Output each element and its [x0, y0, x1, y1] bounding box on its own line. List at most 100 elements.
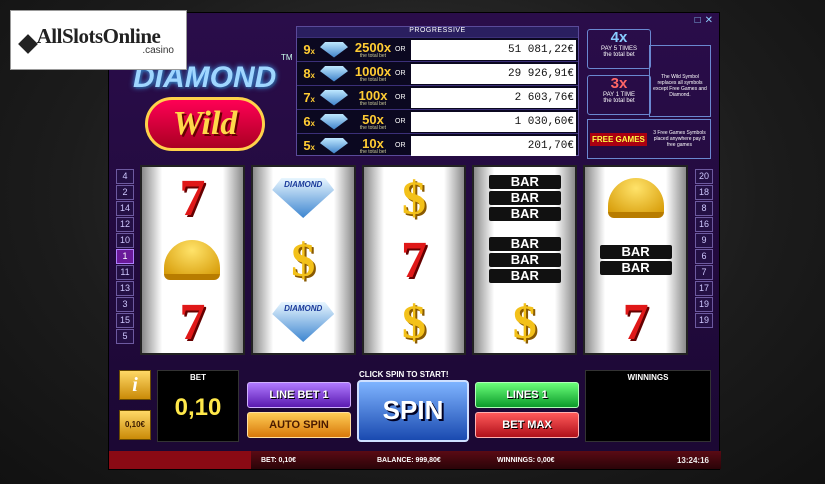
bell-symbol [147, 231, 238, 289]
diamond-icon: DIAMOND [272, 302, 335, 342]
dollar-symbol: $ [479, 293, 570, 351]
progressive-value: 2 603,76€ [411, 87, 576, 108]
progressive-value: 1 030,60€ [411, 111, 576, 132]
progressive-or: OR [395, 70, 406, 77]
payline-indicator[interactable]: 16 [695, 217, 713, 232]
spin-hint: CLICK SPIN TO START! [359, 370, 449, 379]
diamond-icon [320, 137, 348, 154]
progressive-table: PROGRESSIVE 9x 2500x the total bet OR 51 081… [296, 26, 579, 156]
progressive-or: OR [395, 46, 406, 53]
seven-glyph: 7 [400, 231, 427, 289]
payline-indicator[interactable]: 17 [695, 281, 713, 296]
payline-indicator[interactable]: 3 [116, 297, 134, 312]
paylines-right: 20 18 8 16 9 6 7 17 19 19 [695, 169, 713, 328]
payline-indicator[interactable]: 18 [695, 185, 713, 200]
payline-indicator[interactable]: 7 [695, 265, 713, 280]
bar-label: BAR [599, 261, 672, 275]
close-icon[interactable]: ✕ [705, 15, 713, 26]
payline-indicator[interactable]: 11 [116, 265, 134, 280]
seven-glyph: 7 [179, 169, 206, 227]
payline-indicator[interactable]: 4 [116, 169, 134, 184]
payline-indicator[interactable]: 20 [695, 169, 713, 184]
progressive-value: 51 081,22€ [411, 39, 576, 60]
progressive-multiplier: 1000x the total bet [354, 63, 392, 83]
payline-indicator[interactable]: 14 [116, 201, 134, 216]
diamond-icon [320, 65, 348, 82]
auto-spin-button[interactable]: AUTO SPIN [247, 412, 351, 438]
progressive-header: PROGRESSIVE [297, 27, 578, 37]
dollar-glyph: $ [512, 295, 537, 349]
status-time: 13:24:16 [676, 455, 709, 465]
reel: $7 $ [361, 165, 467, 355]
payline-indicator[interactable]: 15 [116, 313, 134, 328]
trademark: TM [281, 53, 293, 62]
dollar-glyph: $ [291, 233, 316, 287]
lines-button[interactable]: LINES 1 [475, 382, 579, 408]
bell-icon [607, 178, 664, 218]
spin-button[interactable]: SPIN [357, 380, 469, 442]
info-button[interactable]: i [119, 370, 151, 400]
dollar-glyph: $ [401, 295, 426, 349]
control-panel: i 0,10€ BET 0,10 LINE BET 1 AUTO SPIN CL… [109, 368, 721, 452]
progressive-row: 9x 2500x the total bet OR 51 081,22€ [297, 37, 578, 61]
payline-indicator[interactable]: 13 [116, 281, 134, 296]
site-logo: AllSlotsOnline .casino [10, 10, 187, 70]
progressive-count: 8x [303, 66, 315, 81]
seven-symbol: 7 [369, 231, 460, 289]
line-bet-button[interactable]: LINE BET 1 [247, 382, 351, 408]
bet-max-button[interactable]: BET MAX [475, 412, 579, 438]
bar-stack: BAR BAR [599, 245, 672, 275]
payline-indicator[interactable]: 6 [695, 249, 713, 264]
bar-stack: BAR BAR BAR [488, 175, 561, 221]
winnings-label: WINNINGS [627, 373, 669, 382]
bet-label: BET [190, 373, 206, 382]
progressive-row: 6x 50x the total bet OR 1 030,60€ [297, 109, 578, 133]
dollar-symbol: $ [369, 293, 460, 351]
game-frame: □ ✕ DIAMOND TM Wild PROGRESSIVE 9x 2500x t… [108, 12, 721, 470]
pay5-mult: 4x [610, 29, 628, 46]
progressive-row: 8x 1000x the total bet OR 29 926,91€ [297, 61, 578, 85]
winnings-display: WINNINGS [585, 370, 711, 442]
progressive-row: 5x 10x the total bet OR 201,70€ [297, 133, 578, 157]
payline-indicator[interactable]: 19 [695, 313, 713, 328]
dollar-glyph: $ [401, 171, 426, 225]
reel: BAR BAR 7 [583, 165, 688, 355]
wild-info-text: The Wild Symbol replaces all symbols exc… [653, 74, 707, 98]
bar-label: BAR [488, 175, 561, 189]
seven-symbol: 7 [147, 293, 238, 351]
window-controls: □ ✕ [695, 15, 713, 26]
payline-indicator[interactable]: 2 [116, 185, 134, 200]
triple-bar-symbol: BAR BAR BAR [479, 169, 570, 227]
pay1-panel: 3x PAY 1 TIME the total bet [587, 75, 651, 115]
bet-value: 0,10 [174, 394, 222, 421]
bar-label: BAR [488, 269, 561, 283]
payline-indicator[interactable]: 12 [116, 217, 134, 232]
seven-symbol: 7 [147, 169, 238, 227]
bar-label: BAR [488, 253, 561, 267]
pay1-line2: the total bet [603, 98, 635, 104]
progressive-value: 29 926,91€ [411, 63, 576, 84]
site-logo-sub: .casino [142, 45, 174, 56]
free-games-text: 3 Free Games Symbols placed anywhere pay… [653, 130, 706, 148]
game-logo-wild: Wild [145, 97, 265, 151]
payline-indicator[interactable]: 10 [116, 233, 134, 248]
bar-label: BAR [488, 237, 561, 251]
payline-indicator[interactable]: 1 [116, 249, 134, 264]
progressive-count: 7x [303, 90, 315, 105]
payline-indicator[interactable]: 9 [695, 233, 713, 248]
bar-label: BAR [599, 245, 672, 259]
reels: 7 7 DIAMOND $ DIAMOND $7 $ BAR BAR BAR BAR BAR BAR $ B… [136, 165, 692, 355]
progressive-or: OR [395, 142, 406, 149]
progressive-count: 6x [303, 114, 315, 129]
pay1-mult: 3x [610, 75, 628, 92]
payline-indicator[interactable]: 5 [116, 329, 134, 344]
reel: DIAMOND $ DIAMOND [250, 165, 356, 355]
coin-value-button[interactable]: 0,10€ [119, 410, 151, 440]
payline-indicator[interactable]: 8 [695, 201, 713, 216]
progressive-row: 7x 100x the total bet OR 2 603,76€ [297, 85, 578, 109]
payline-indicator[interactable]: 19 [695, 297, 713, 312]
maximize-icon[interactable]: □ [695, 15, 701, 26]
progressive-count: 9x [303, 42, 315, 57]
progressive-multiplier: 100x the total bet [358, 87, 388, 107]
diamond-symbol: DIAMOND [258, 169, 349, 227]
